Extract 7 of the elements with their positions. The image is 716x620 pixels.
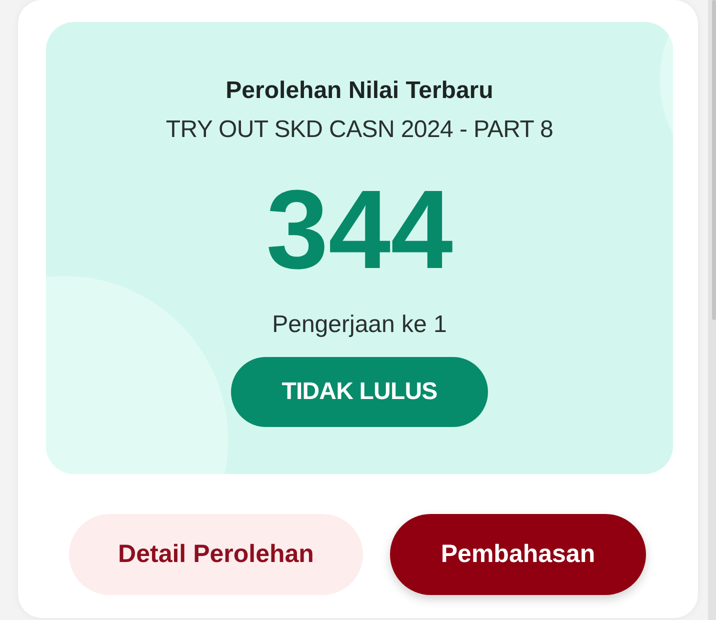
result-status-badge: TIDAK LULUS <box>231 357 488 427</box>
attempt-label: Pengerjaan ke 1 <box>272 310 447 340</box>
pembahasan-button[interactable]: Pembahasan <box>390 514 646 595</box>
exam-name: TRY OUT SKD CASN 2024 - PART 8 <box>166 115 554 145</box>
panel-title: Perolehan Nilai Terbaru <box>226 76 494 106</box>
detail-button[interactable]: Detail Perolehan <box>69 514 363 595</box>
score-value: 344 <box>266 174 453 286</box>
